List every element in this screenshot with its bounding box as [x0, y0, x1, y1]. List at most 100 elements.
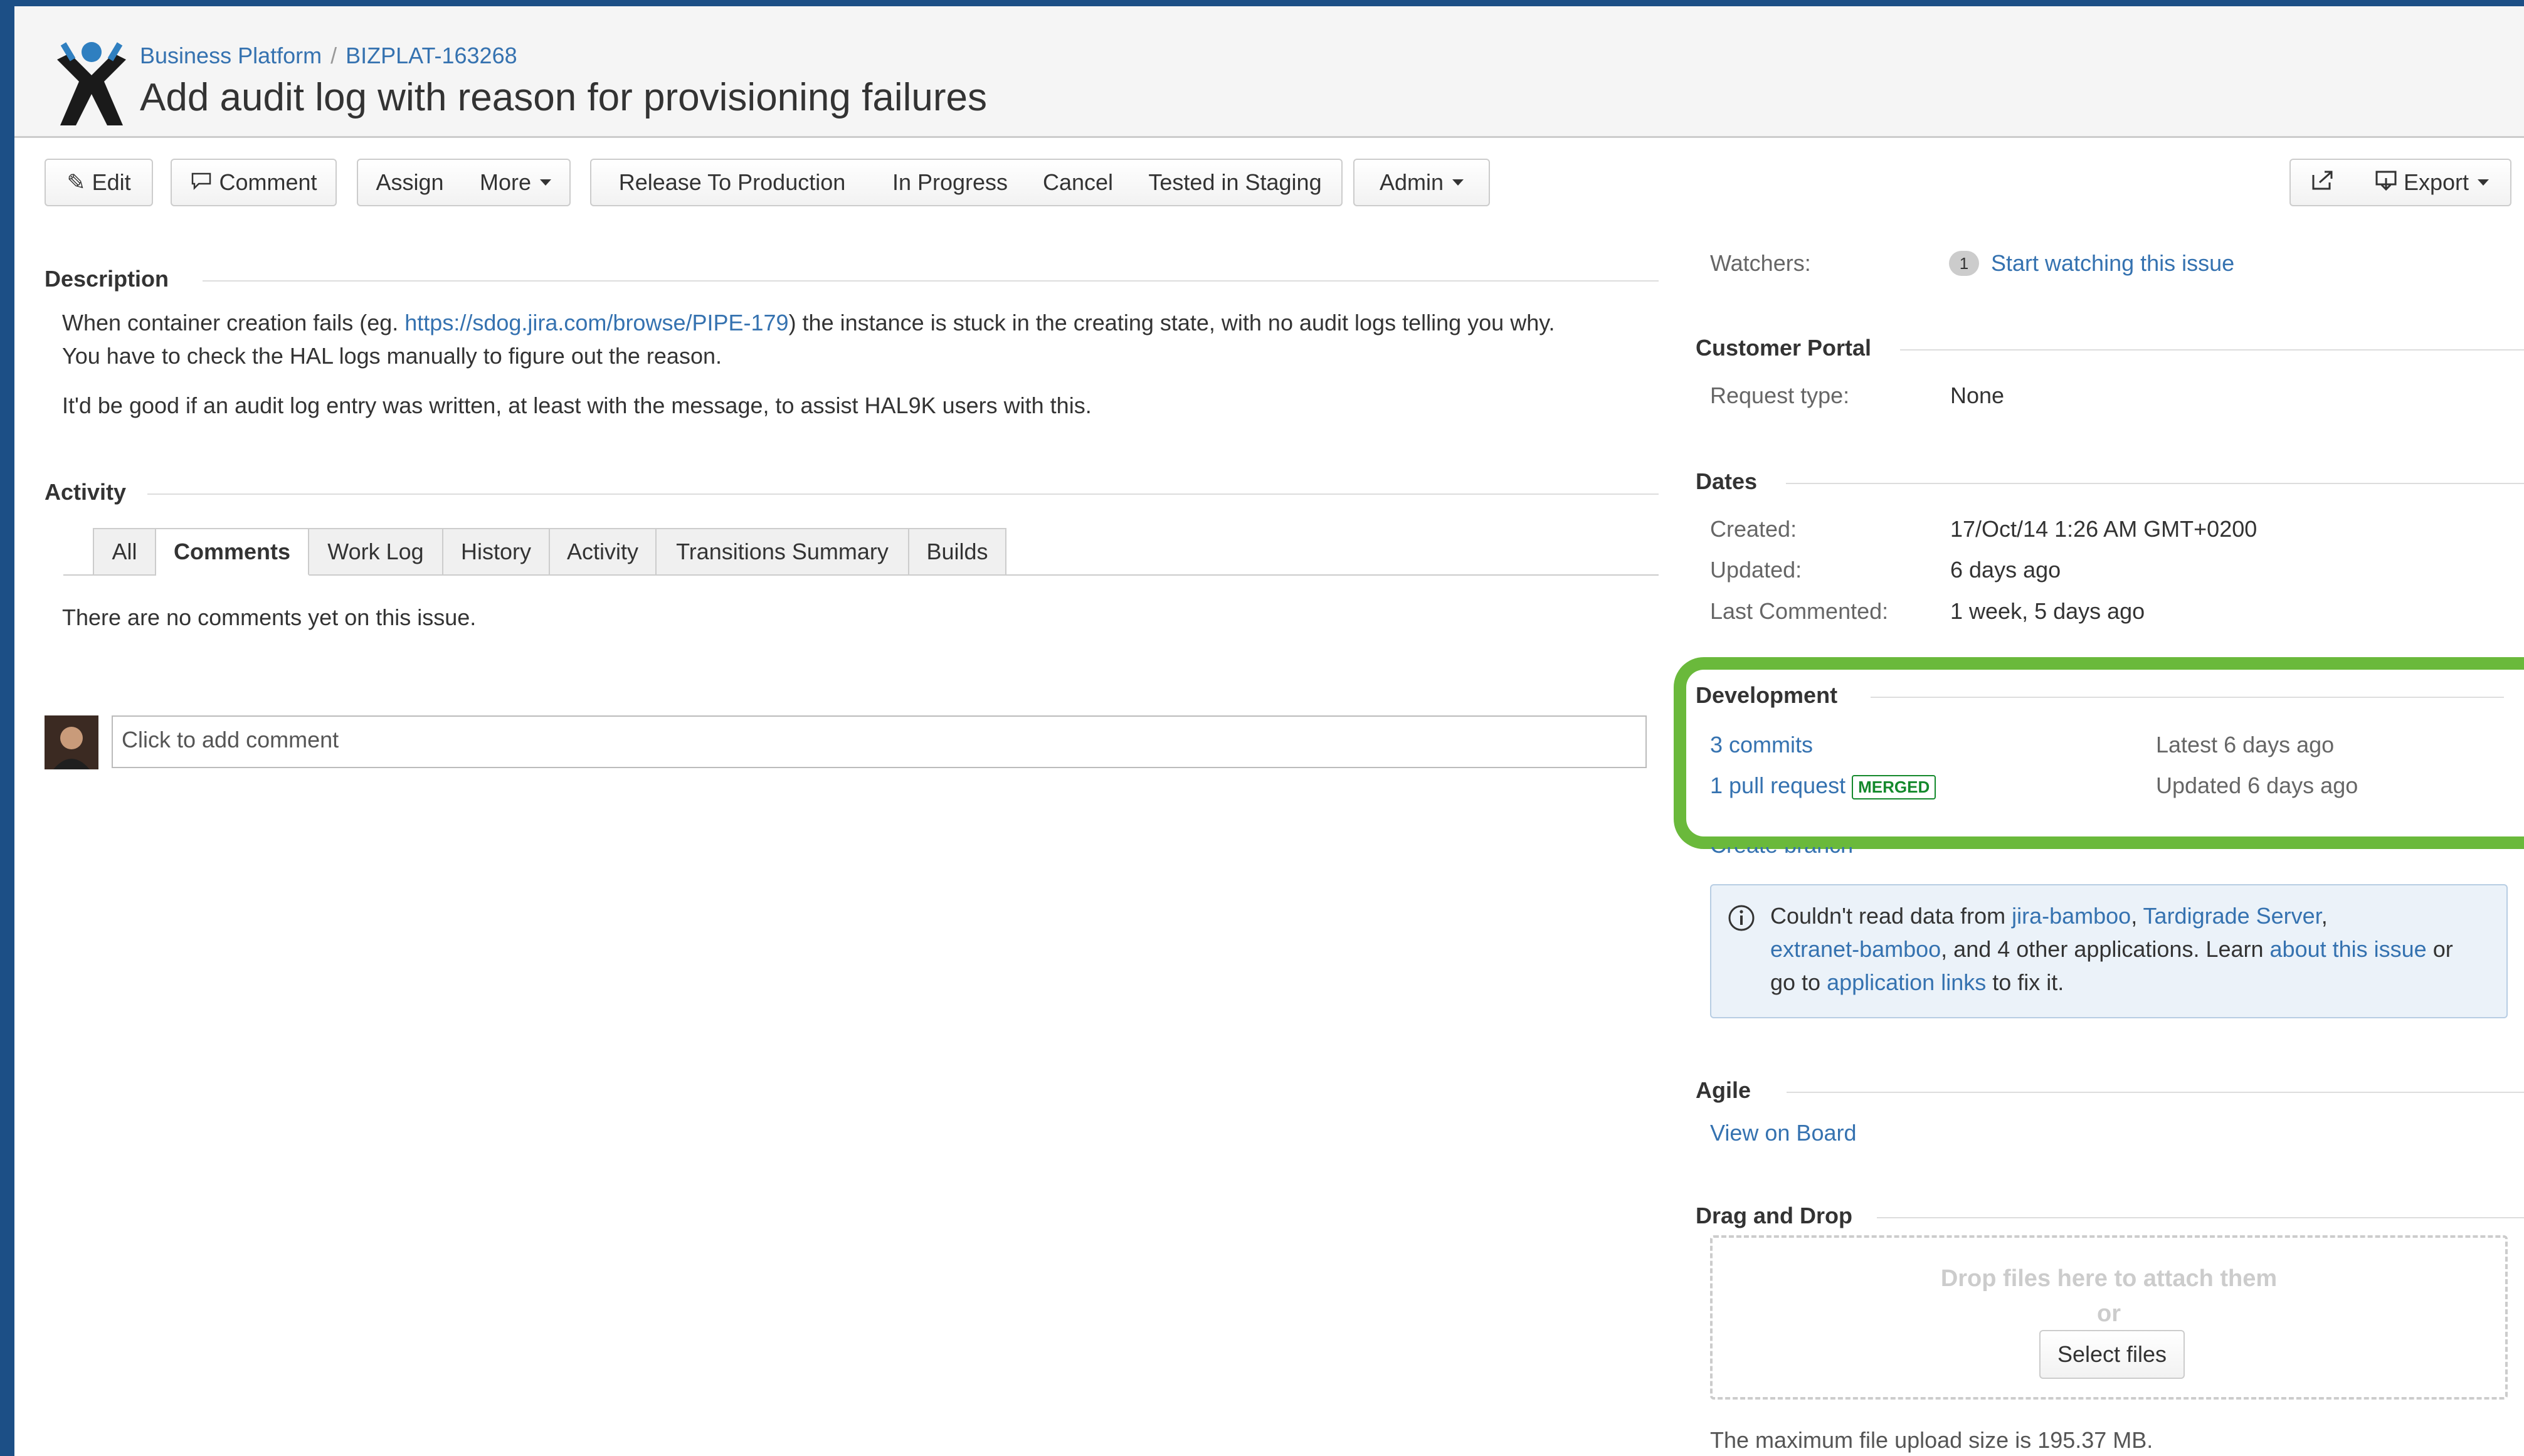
in-progress-button[interactable]: In Progress — [873, 159, 1028, 206]
tab-activity[interactable]: Activity — [550, 528, 657, 576]
tab-transitions-summary[interactable]: Transitions Summary — [657, 528, 909, 576]
application-links-link[interactable]: application links — [1827, 969, 1986, 995]
breadcrumb-issue-link[interactable]: BIZPLAT-163268 — [346, 43, 517, 68]
about-this-issue-link[interactable]: about this issue — [2270, 936, 2427, 962]
tardigrade-server-link[interactable]: Tardigrade Server — [2143, 903, 2321, 929]
tested-label: Tested in Staging — [1148, 169, 1322, 195]
updated-value: 6 days ago — [1950, 557, 2061, 583]
watchers-label: Watchers: — [1710, 250, 1811, 276]
chevron-down-icon — [2478, 179, 2490, 186]
info-icon — [1728, 905, 1755, 931]
commits-meta: Latest 6 days ago — [2156, 732, 2335, 757]
chevron-down-icon — [1452, 179, 1464, 186]
release-to-production-button[interactable]: Release To Production — [590, 159, 874, 206]
jira-bamboo-link[interactable]: jira-bamboo — [2012, 903, 2131, 929]
tab-history[interactable]: History — [443, 528, 550, 576]
last-commented-label: Last Commented: — [1710, 598, 1889, 624]
export-label: Export — [2403, 169, 2469, 195]
share-icon — [2310, 169, 2335, 197]
breadcrumb-project-link[interactable]: Business Platform — [140, 43, 322, 68]
divider — [1786, 483, 2524, 484]
divider — [203, 280, 1659, 282]
create-branch-clip: Create branch — [1710, 847, 1898, 866]
description-text: ) the instance is stuck in the creating … — [788, 310, 1555, 335]
view-on-board-link[interactable]: View on Board — [1710, 1120, 1857, 1146]
warning-text-part: go to — [1770, 969, 1827, 995]
request-type-value: None — [1950, 382, 2005, 408]
drop-files-text: Drop files here to attach them — [1940, 1265, 2278, 1292]
watchers-count-badge: 1 — [1949, 251, 1979, 276]
agile-heading: Agile — [1696, 1077, 1751, 1103]
description-heading: Description — [45, 266, 169, 292]
description-paragraph-2: It'd be good if an audit log entry was w… — [62, 393, 1092, 418]
assign-label: Assign — [376, 169, 444, 195]
divider — [1871, 697, 2504, 698]
warning-text-part: , and 4 other applications. Learn — [1941, 936, 2270, 962]
drop-or-text: or — [2097, 1300, 2121, 1327]
extranet-bamboo-link[interactable]: extranet-bamboo — [1770, 936, 1941, 962]
no-comments-message: There are no comments yet on this issue. — [62, 604, 477, 630]
edit-label: Edit — [92, 169, 131, 195]
commits-link[interactable]: 3 commits — [1710, 732, 1813, 758]
activity-heading: Activity — [45, 479, 127, 505]
issue-header: Business Platform / BIZPLAT-163268 Add aud… — [14, 6, 2524, 138]
tab-builds[interactable]: Builds — [909, 528, 1006, 576]
admin-label: Admin — [1379, 169, 1444, 195]
create-branch-link[interactable]: Create branch — [1710, 847, 1853, 858]
development-heading: Development — [1696, 682, 1838, 708]
breadcrumb-separator: / — [330, 43, 337, 68]
admin-button[interactable]: Admin — [1353, 159, 1490, 206]
warning-text: Couldn't read data from jira-bamboo, Tar… — [1770, 899, 2498, 999]
assign-button[interactable]: Assign — [357, 159, 463, 206]
more-label: More — [479, 169, 532, 195]
file-drop-zone[interactable]: Drop files here to attach them or Select… — [1710, 1235, 2508, 1400]
divider — [1787, 1092, 2524, 1093]
warning-text-part: or — [2426, 936, 2453, 962]
tab-comments[interactable]: Comments — [156, 528, 309, 576]
comment-button[interactable]: Comment — [171, 159, 337, 206]
release-label: Release To Production — [618, 169, 846, 195]
application-links-warning: Couldn't read data from jira-bamboo, Tar… — [1710, 884, 2508, 1018]
pull-request-link[interactable]: 1 pull request — [1710, 773, 1845, 798]
description-text: When container creation fails (eg. — [62, 310, 405, 335]
warning-text-part: , — [2321, 903, 2328, 929]
tab-work-log[interactable]: Work Log — [309, 528, 443, 576]
speech-bubble-icon — [190, 169, 213, 196]
pull-request-meta: Updated 6 days ago — [2156, 773, 2358, 798]
cancel-label: Cancel — [1042, 169, 1114, 195]
issue-view: Business Platform / BIZPLAT-163268 Add aud… — [14, 6, 2524, 1456]
last-commented-value: 1 week, 5 days ago — [1950, 598, 2145, 624]
in-progress-label: In Progress — [892, 169, 1008, 195]
divider — [147, 493, 1659, 495]
edit-button[interactable]: ✎ Edit — [45, 159, 153, 206]
cancel-button[interactable]: Cancel — [1027, 159, 1130, 206]
pull-request-row: 1 pull request MERGED — [1710, 773, 1936, 799]
tested-in-staging-button[interactable]: Tested in Staging — [1129, 159, 1343, 206]
max-upload-size-text: The maximum file upload size is 195.37 M… — [1710, 1427, 2153, 1453]
pipe-179-link[interactable]: https://sdog.jira.com/browse/PIPE-179 — [404, 310, 788, 335]
chevron-down-icon — [540, 179, 552, 186]
warning-text-part: Couldn't read data from — [1770, 903, 2012, 929]
merged-status-badge: MERGED — [1852, 774, 1936, 799]
warning-text-part: , — [2131, 903, 2143, 929]
more-button[interactable]: More — [462, 159, 571, 206]
divider — [1877, 1217, 2524, 1218]
tab-all[interactable]: All — [93, 528, 156, 576]
dates-heading: Dates — [1696, 468, 1758, 494]
description-paragraph-1-line-2: You have to check the HAL logs manually … — [62, 343, 722, 369]
add-comment-field[interactable]: Click to add comment — [112, 715, 1647, 768]
divider — [1900, 349, 2524, 351]
drag-and-drop-heading: Drag and Drop — [1696, 1203, 1853, 1228]
breadcrumb: Business Platform / BIZPLAT-163268 — [140, 43, 517, 69]
select-files-button[interactable]: Select files — [2039, 1330, 2185, 1379]
start-watching-link[interactable]: Start watching this issue — [1991, 250, 2234, 277]
pencil-icon: ✎ — [66, 169, 86, 195]
request-type-label: Request type: — [1710, 382, 1850, 408]
comment-label: Comment — [219, 169, 317, 195]
share-button[interactable] — [2289, 159, 2355, 206]
export-button[interactable]: Export — [2353, 159, 2511, 206]
customer-portal-heading: Customer Portal — [1696, 335, 1872, 361]
created-value: 17/Oct/14 1:26 AM GMT+0200 — [1950, 516, 2257, 542]
issue-title: Add audit log with reason for provisioni… — [140, 76, 987, 119]
description-paragraph-1: When container creation fails (eg. https… — [62, 310, 1555, 336]
